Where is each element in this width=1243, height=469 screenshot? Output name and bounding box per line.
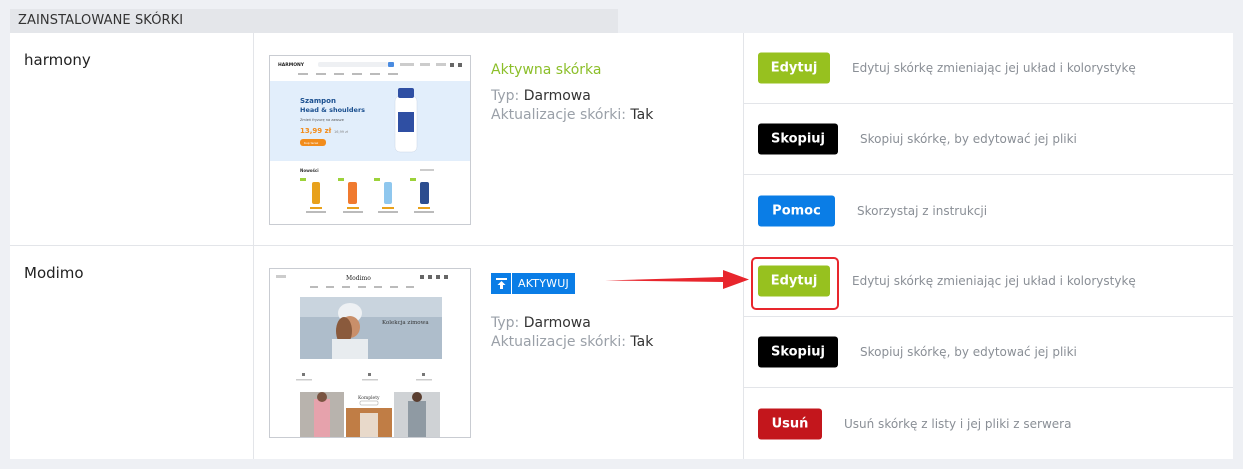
column-divider — [743, 33, 744, 459]
edit-description: Edytuj skórkę zmieniając jej układ i kol… — [852, 274, 1136, 288]
help-button[interactable]: Pomoc — [758, 195, 835, 226]
section-header: ZAINSTALOWANE SKÓRKI — [10, 9, 618, 33]
updates-value: Tak — [630, 334, 654, 350]
preview-hero-title2: Head & shoulders — [300, 106, 365, 114]
harmony-preview-image: HARMONY Szampon Head & shoulders Zmień f… — [270, 56, 470, 224]
preview-section-title: Komplety — [358, 395, 380, 401]
type-key: Typ: — [491, 315, 520, 331]
skin-actions-modimo: Edytuj Edytuj skórkę zmieniając jej ukła… — [743, 246, 1233, 459]
action-edit: Edytuj Edytuj skórkę zmieniając jej ukła… — [743, 246, 1233, 317]
skin-row-harmony: harmony HARMONY Szampon Head & shoulders… — [10, 33, 1233, 246]
activate-label: AKTYWUJ — [518, 277, 569, 290]
edit-button[interactable]: Edytuj — [758, 265, 830, 297]
type-value: Darmowa — [523, 88, 591, 104]
copy-description: Skopiuj skórkę, by edytować jej pliki — [860, 132, 1077, 146]
preview-cta: Kup teraz — [304, 141, 319, 145]
updates-key: Aktualizacje skórki: — [491, 107, 626, 123]
skin-actions-harmony: Edytuj Edytuj skórkę zmieniając jej ukła… — [743, 33, 1233, 246]
copy-button[interactable]: Skopiuj — [758, 123, 838, 155]
delete-button[interactable]: Usuń — [758, 408, 822, 439]
column-divider — [253, 33, 254, 459]
skin-name: Modimo — [24, 264, 84, 282]
type-value: Darmowa — [523, 315, 591, 331]
copy-description: Skopiuj skórkę, by edytować jej pliki — [860, 345, 1077, 359]
activate-button[interactable]: AKTYWUJ — [491, 273, 575, 294]
activate-icon — [491, 273, 512, 294]
preview-price: 13,99 zł — [300, 127, 332, 135]
arrow-annotation — [605, 270, 749, 289]
preview-logo: HARMONY — [278, 62, 305, 68]
preview-hero-sub: Zmień fryzurę na zawsze — [300, 118, 344, 122]
skins-table: harmony HARMONY Szampon Head & shoulders… — [10, 33, 1233, 459]
preview-hero-title1: Szampon — [300, 97, 336, 105]
delete-description: Usuń skórkę z listy i jej pliki z serwer… — [844, 416, 1072, 431]
updates-value: Tak — [630, 107, 654, 123]
skin-preview-harmony[interactable]: HARMONY Szampon Head & shoulders Zmień f… — [269, 55, 471, 225]
skin-updates: Aktualizacje skórki: Tak — [491, 333, 653, 352]
help-description: Skorzystaj z instrukcji — [857, 203, 988, 218]
action-help: Pomoc Skorzystaj z instrukcji — [743, 175, 1233, 246]
skin-preview-modimo[interactable]: Modimo Kolekcja zimowa Komplety — [269, 268, 471, 438]
edit-description: Edytuj skórkę zmieniając jej układ i kol… — [852, 61, 1136, 75]
active-skin-label: Aktywna skórka — [491, 62, 602, 78]
updates-key: Aktualizacje skórki: — [491, 334, 626, 350]
copy-button[interactable]: Skopiuj — [758, 336, 838, 368]
action-edit: Edytuj Edytuj skórkę zmieniając jej ukła… — [743, 33, 1233, 104]
skin-type: Typ: Darmowa — [491, 87, 653, 106]
preview-old-price: 16,99 zł — [334, 130, 348, 134]
skin-type: Typ: Darmowa — [491, 314, 653, 333]
preview-logo: Modimo — [346, 275, 371, 282]
action-copy: Skopiuj Skopiuj skórkę, by edytować jej … — [743, 104, 1233, 175]
preview-section-title: Nowości — [300, 168, 319, 173]
skin-updates: Aktualizacje skórki: Tak — [491, 106, 653, 125]
skin-info-harmony: Aktywna skórka Typ: Darmowa Aktualizacje… — [491, 62, 653, 125]
edit-button[interactable]: Edytuj — [758, 52, 830, 84]
modimo-preview-image: Modimo Kolekcja zimowa Komplety — [270, 269, 470, 437]
type-key: Typ: — [491, 88, 520, 104]
preview-hero-text: Kolekcja zimowa — [382, 320, 429, 326]
arrow-icon — [605, 270, 749, 289]
skin-name: harmony — [24, 51, 91, 69]
action-copy: Skopiuj Skopiuj skórkę, by edytować jej … — [743, 317, 1233, 388]
action-delete: Usuń Usuń skórkę z listy i jej pliki z s… — [743, 388, 1233, 459]
